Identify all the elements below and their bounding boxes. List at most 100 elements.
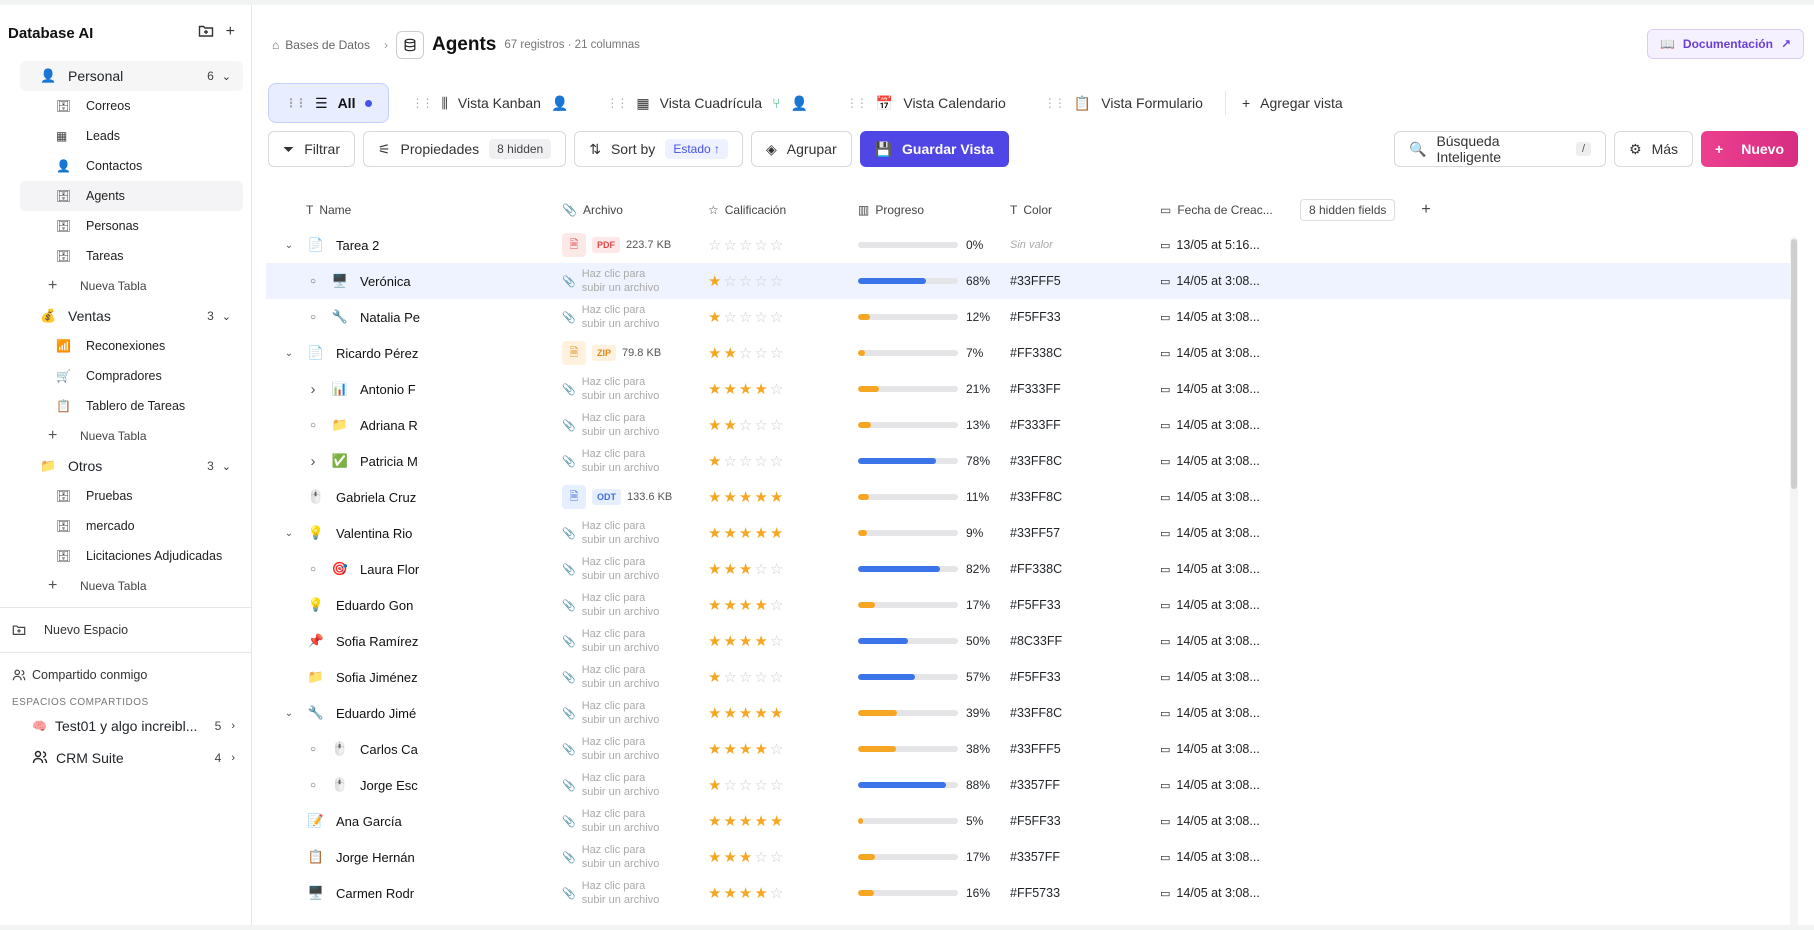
star-icon[interactable]: ★ bbox=[708, 382, 721, 397]
upload-prompt[interactable]: Haz clic para subir un archivo bbox=[582, 807, 660, 835]
sidebar-table-correos[interactable]: 🗄 Correos bbox=[20, 91, 243, 121]
rating-stars[interactable]: ★ ★ ★ ★ ☆ bbox=[708, 382, 858, 397]
star-icon[interactable]: ★ bbox=[770, 490, 783, 505]
tab-grid[interactable]: ⋮⋮ ▦ Vista Cuadrícula ⑂ 👤 bbox=[590, 83, 824, 123]
rating-stars[interactable]: ★ ☆ ☆ ☆ ☆ bbox=[708, 778, 858, 793]
drag-handle-icon[interactable]: ⋮⋮ bbox=[606, 96, 628, 110]
star-icon[interactable]: ☆ bbox=[770, 778, 783, 793]
star-icon[interactable]: ★ bbox=[739, 634, 752, 649]
star-icon[interactable]: ★ bbox=[754, 742, 767, 757]
chevron-down-icon[interactable]: ⌄ bbox=[274, 240, 304, 251]
color-value[interactable]: #F5FF33 bbox=[1010, 814, 1160, 828]
star-icon[interactable]: ☆ bbox=[754, 346, 767, 361]
star-icon[interactable]: ☆ bbox=[754, 850, 767, 865]
scrollbar[interactable] bbox=[1790, 237, 1798, 927]
file-cell[interactable]: 📎 Haz clic para subir un archivo bbox=[562, 735, 708, 763]
add-column-icon[interactable]: + bbox=[1421, 201, 1430, 219]
upload-prompt[interactable]: Haz clic para subir un archivo bbox=[582, 591, 660, 619]
star-icon[interactable]: ☆ bbox=[770, 634, 783, 649]
star-icon[interactable]: ☆ bbox=[754, 238, 767, 253]
new-space-button[interactable]: Nuevo Espacio bbox=[0, 614, 251, 646]
space-otros[interactable]: 📁 Otros 3 ⌄ bbox=[20, 451, 243, 481]
star-icon[interactable]: ☆ bbox=[723, 454, 736, 469]
file-cell[interactable]: 📎 Haz clic para subir un archivo bbox=[562, 411, 708, 439]
sidebar-table-pruebas[interactable]: 🗄 Pruebas bbox=[20, 481, 243, 511]
star-icon[interactable]: ★ bbox=[708, 598, 721, 613]
shared-space-test01[interactable]: 🧠 Test01 y algo increibl... 5 › bbox=[0, 710, 251, 742]
upload-prompt[interactable]: Haz clic para subir un archivo bbox=[582, 411, 660, 439]
star-icon[interactable]: ★ bbox=[739, 850, 752, 865]
table-row[interactable]: 📝 Ana García 📎 Haz clic para subir un archiv… bbox=[266, 803, 1790, 839]
color-value[interactable]: #33FF8C bbox=[1010, 706, 1160, 720]
upload-prompt[interactable]: Haz clic para subir un archivo bbox=[582, 627, 660, 655]
chevron-down-icon[interactable]: ⌄ bbox=[222, 310, 231, 323]
file-cell[interactable]: 🗎 ODT 133.6 KB bbox=[562, 485, 708, 509]
rating-stars[interactable]: ★ ★ ★ ★ ☆ bbox=[708, 886, 858, 901]
star-icon[interactable]: ☆ bbox=[770, 382, 783, 397]
upload-prompt[interactable]: Haz clic para subir un archivo bbox=[582, 771, 660, 799]
star-icon[interactable]: ★ bbox=[708, 274, 721, 289]
file-cell[interactable]: 📎 Haz clic para subir un archivo bbox=[562, 591, 708, 619]
sidebar-table-compradores[interactable]: 🛒 Compradores bbox=[20, 361, 243, 391]
star-icon[interactable]: ★ bbox=[723, 814, 736, 829]
name-cell[interactable]: ○ 🖱️ Jorge Esc bbox=[266, 777, 562, 793]
documentation-button[interactable]: 📖 Documentación ↗ bbox=[1646, 29, 1804, 59]
name-cell[interactable]: 📁 Sofia Jiménez bbox=[266, 669, 562, 685]
column-header-date[interactable]: ▭ Fecha de Creac... bbox=[1160, 203, 1300, 217]
file-cell[interactable]: 📎 Haz clic para subir un archivo bbox=[562, 663, 708, 691]
rating-stars[interactable]: ★ ★ ★ ★ ★ bbox=[708, 526, 858, 541]
star-icon[interactable]: ★ bbox=[723, 598, 736, 613]
sidebar-table-licitaciones-adjudicadas[interactable]: 🗄 Licitaciones Adjudicadas bbox=[20, 541, 243, 571]
star-icon[interactable]: ★ bbox=[708, 526, 721, 541]
drag-handle-icon[interactable]: ⋮⋮ bbox=[846, 96, 868, 110]
star-icon[interactable]: ★ bbox=[708, 562, 721, 577]
star-icon[interactable]: ☆ bbox=[754, 310, 767, 325]
chevron-down-icon[interactable]: ⌄ bbox=[222, 460, 231, 473]
rating-stars[interactable]: ★ ★ ★ ★ ★ bbox=[708, 814, 858, 829]
upload-prompt[interactable]: Haz clic para subir un archivo bbox=[582, 699, 660, 727]
star-icon[interactable]: ★ bbox=[708, 454, 721, 469]
star-icon[interactable]: ★ bbox=[708, 886, 721, 901]
color-value[interactable]: #F333FF bbox=[1010, 418, 1160, 432]
star-icon[interactable]: ★ bbox=[708, 850, 721, 865]
chevron-down-icon[interactable]: ⌄ bbox=[274, 708, 304, 719]
star-icon[interactable]: ★ bbox=[723, 490, 736, 505]
star-icon[interactable]: ☆ bbox=[708, 238, 721, 253]
sidebar-table-agents[interactable]: 🗄 Agents bbox=[20, 181, 243, 211]
rating-stars[interactable]: ★ ★ ★ ★ ★ bbox=[708, 490, 858, 505]
upload-prompt[interactable]: Haz clic para subir un archivo bbox=[582, 375, 660, 403]
name-cell[interactable]: 📋 Jorge Hernán bbox=[266, 849, 562, 865]
file-cell[interactable]: 📎 Haz clic para subir un archivo bbox=[562, 807, 708, 835]
star-icon[interactable]: ★ bbox=[723, 742, 736, 757]
file-cell[interactable]: 📎 Haz clic para subir un archivo bbox=[562, 627, 708, 655]
color-value[interactable]: Sin valor bbox=[1010, 239, 1160, 251]
rating-stars[interactable]: ★ ☆ ☆ ☆ ☆ bbox=[708, 310, 858, 325]
sidebar-table-personas[interactable]: 🗄 Personas bbox=[20, 211, 243, 241]
star-icon[interactable]: ☆ bbox=[723, 274, 736, 289]
star-icon[interactable]: ☆ bbox=[754, 274, 767, 289]
star-icon[interactable]: ★ bbox=[723, 526, 736, 541]
bullet-icon[interactable]: ○ bbox=[298, 420, 328, 431]
table-row[interactable]: ⌄ 💡 Valentina Rio 📎 Haz clic para subir un ar… bbox=[266, 515, 1790, 551]
name-cell[interactable]: ⌄ 📄 Tarea 2 bbox=[266, 237, 562, 253]
rating-stars[interactable]: ★ ★ ☆ ☆ ☆ bbox=[708, 346, 858, 361]
star-icon[interactable]: ★ bbox=[754, 382, 767, 397]
group-button[interactable]: ◈ Agrupar bbox=[751, 131, 852, 167]
star-icon[interactable]: ★ bbox=[708, 418, 721, 433]
color-value[interactable]: #3357FF bbox=[1010, 778, 1160, 792]
table-row[interactable]: 📁 Sofia Jiménez 📎 Haz clic para subir un arc… bbox=[266, 659, 1790, 695]
star-icon[interactable]: ☆ bbox=[739, 670, 752, 685]
star-icon[interactable]: ☆ bbox=[754, 778, 767, 793]
name-cell[interactable]: ○ 🖱️ Carlos Ca bbox=[266, 741, 562, 757]
rating-stars[interactable]: ★ ☆ ☆ ☆ ☆ bbox=[708, 454, 858, 469]
star-icon[interactable]: ★ bbox=[754, 598, 767, 613]
new-table-button[interactable]: + Nueva Tabla bbox=[20, 421, 251, 451]
new-table-button[interactable]: + Nueva Tabla bbox=[20, 571, 251, 601]
color-value[interactable]: #33FF8C bbox=[1010, 490, 1160, 504]
sidebar-table-tablero-de-tareas[interactable]: 📋 Tablero de Tareas bbox=[20, 391, 243, 421]
upload-prompt[interactable]: Haz clic para subir un archivo bbox=[582, 735, 660, 763]
bullet-icon[interactable]: ○ bbox=[298, 312, 328, 323]
rating-stars[interactable]: ★ ★ ★ ★ ☆ bbox=[708, 598, 858, 613]
color-value[interactable]: #F333FF bbox=[1010, 382, 1160, 396]
table-row[interactable]: ○ 🎯 Laura Flor 📎 Haz clic para subir un archi… bbox=[266, 551, 1790, 587]
